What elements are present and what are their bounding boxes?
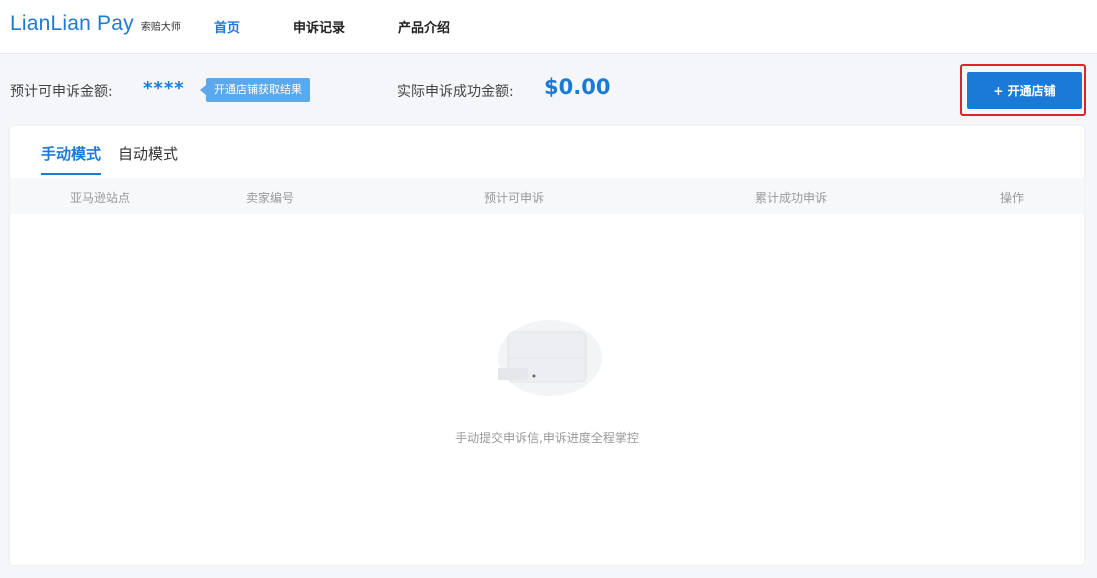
brand-logo[interactable]: LianLian Pay 索赔大师 xyxy=(10,12,181,36)
empty-box-icon xyxy=(498,320,602,396)
summary-bar: 预计可申诉金额: **** 开通店铺获取结果 实际申诉成功金额: $0.00 +… xyxy=(0,54,1097,126)
estimated-amount-masked: **** xyxy=(143,78,185,99)
top-navbar: LianLian Pay 索赔大师 首页 申诉记录 产品介绍 xyxy=(0,0,1097,54)
column-header-actions: 操作 xyxy=(1000,191,1025,205)
mode-tabs: 手动模式 自动模式 xyxy=(41,143,195,175)
nav-appeal-records[interactable]: 申诉记录 xyxy=(293,17,345,36)
table-header: 亚马逊站点 卖家编号 预计可申诉 累计成功申诉 操作 xyxy=(10,178,1084,214)
column-header-amazon-site: 亚马逊站点 xyxy=(70,191,131,205)
column-header-estimated-appeal: 预计可申诉 xyxy=(484,191,545,205)
tab-auto-mode[interactable]: 自动模式 xyxy=(118,143,178,175)
empty-state-message: 手动提交申诉信,申诉进度全程掌控 xyxy=(455,431,639,445)
logo-subtitle: 索赔大师 xyxy=(140,22,181,33)
records-card: 手动模式 自动模式 亚马逊站点 卖家编号 预计可申诉 累计成功申诉 操作 手动提… xyxy=(10,126,1084,565)
main-nav: 首页 申诉记录 产品介绍 xyxy=(214,17,503,36)
open-shop-hint-tooltip: 开通店铺获取结果 xyxy=(200,78,310,102)
logo-text: LianLian Pay xyxy=(10,12,134,35)
open-shop-button[interactable]: + 开通店铺 xyxy=(967,72,1082,109)
actual-amount-value: $0.00 xyxy=(544,75,611,99)
actual-amount-label: 实际申诉成功金额: xyxy=(397,84,514,100)
column-header-seller-id: 卖家编号 xyxy=(246,191,295,205)
tab-manual-mode[interactable]: 手动模式 xyxy=(41,143,102,175)
nav-home[interactable]: 首页 xyxy=(214,17,240,36)
estimated-amount-label: 预计可申诉金额: xyxy=(10,84,113,100)
column-header-total-success: 累计成功申诉 xyxy=(755,191,828,205)
nav-product-intro[interactable]: 产品介绍 xyxy=(398,17,450,36)
